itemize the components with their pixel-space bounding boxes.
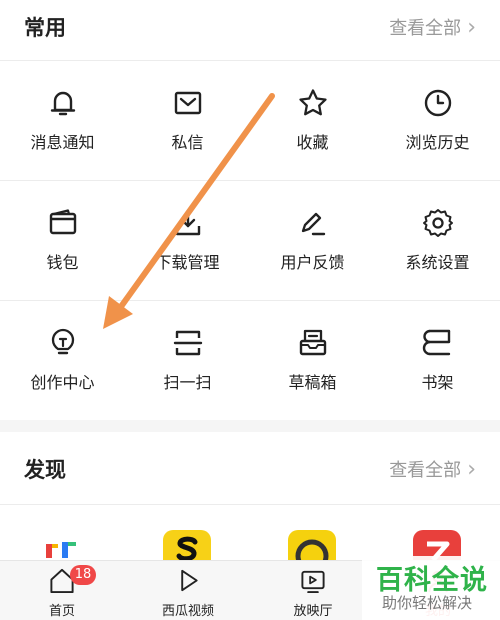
divider (0, 504, 500, 505)
draft-box-icon (299, 329, 326, 356)
grid-item-label: 系统设置 (405, 253, 470, 272)
pen-icon (301, 212, 325, 236)
grid-item-label: 下载管理 (155, 253, 220, 272)
scan-icon (173, 330, 202, 356)
grid-item-creator-center[interactable]: 创作中心 (0, 300, 125, 420)
watermark: 百科全说 助你轻松解决 (362, 556, 500, 620)
grid-item-messages[interactable]: 私信 (125, 60, 250, 180)
grid-item-bookshelf[interactable]: 书架 (375, 300, 500, 420)
discover-title: 发现 (24, 458, 66, 482)
grid-item-label: 收藏 (296, 133, 329, 152)
discover-header: 发现 查看全部 › (0, 442, 500, 496)
grid-item-history[interactable]: 浏览历史 (375, 60, 500, 180)
grid-item-downloads[interactable]: 下载管理 (125, 180, 250, 300)
tv-icon (301, 570, 325, 594)
grid-item-settings[interactable]: 系统设置 (375, 180, 500, 300)
star-icon (298, 89, 327, 116)
grid-item-label: 创作中心 (30, 373, 95, 392)
grid-row: 钱包 下载管理 用户反馈 系统设置 (0, 180, 500, 300)
ring-app-icon[interactable] (288, 530, 336, 562)
grid-item-scan[interactable]: 扫一扫 (125, 300, 250, 420)
discover-view-all-label: 查看全部 (389, 460, 462, 481)
wallet-icon (49, 209, 76, 235)
grid-item-notifications[interactable]: 消息通知 (0, 60, 125, 180)
grid-item-label: 钱包 (46, 253, 79, 272)
grid-row: 创作中心 扫一扫 草稿箱 书架 (0, 300, 500, 420)
tab-screening-hall[interactable]: 放映厅 (263, 567, 363, 619)
notification-badge: 18 (70, 565, 96, 585)
play-icon (181, 569, 198, 592)
grid-item-label: 浏览历史 (405, 133, 470, 152)
grid-item-label: 书架 (421, 373, 454, 392)
grid-item-label: 草稿箱 (288, 373, 337, 392)
discover-view-all-link[interactable]: 查看全部 › (389, 456, 476, 482)
mail-icon (174, 91, 201, 115)
grid-item-label: 消息通知 (30, 133, 95, 152)
grid-item-label: 用户反馈 (280, 253, 345, 272)
grid-item-wallet[interactable]: 钱包 (0, 180, 125, 300)
watermark-subtitle: 助你轻松解决 (382, 594, 473, 612)
tab-label: 放映厅 (293, 604, 333, 619)
grid-row: 消息通知 私信 收藏 浏览历史 (0, 60, 500, 180)
grid-item-label: 扫一扫 (163, 373, 212, 392)
colorful-app-icon[interactable] (38, 530, 86, 562)
tab-label: 首页 (48, 604, 75, 619)
grid-item-drafts[interactable]: 草稿箱 (250, 300, 375, 420)
common-view-all-label: 查看全部 (389, 18, 462, 39)
tab-label: 西瓜视频 (161, 604, 214, 619)
download-icon (175, 209, 200, 236)
lightbulb-icon (51, 328, 74, 355)
s-app-icon[interactable] (163, 530, 211, 562)
common-section: 常用 查看全部 › 消息通知 私信 收藏 浏览历史 钱包 下载管理 用户反馈 系… (0, 0, 500, 420)
grid-item-feedback[interactable]: 用户反馈 (250, 180, 375, 300)
tab-home[interactable]: 18 首页 (12, 565, 112, 619)
common-view-all-link[interactable]: 查看全部 › (389, 14, 476, 40)
grid-item-favorites[interactable]: 收藏 (250, 60, 375, 180)
common-title: 常用 (24, 16, 66, 40)
tab-xigua-video[interactable]: 西瓜视频 (138, 567, 238, 619)
gear-icon (422, 209, 453, 237)
bookshelf-icon (422, 329, 450, 356)
bell-icon (50, 91, 75, 116)
chevron-right-icon: › (467, 14, 476, 40)
clock-icon (424, 89, 451, 117)
chevron-right-icon: › (467, 456, 476, 482)
common-header: 常用 查看全部 › (0, 0, 500, 54)
grid-item-label: 私信 (171, 133, 204, 152)
